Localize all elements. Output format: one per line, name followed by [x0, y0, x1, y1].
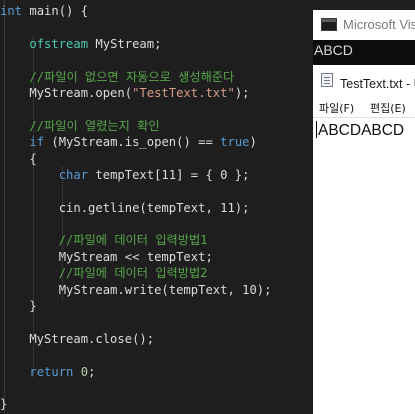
code-line: //파일에 데이터 입력방법2: [0, 265, 272, 281]
code-line: if (MyStream.is_open() == true): [0, 134, 272, 150]
code-token: return: [29, 364, 74, 379]
code-line: //파일이 열렸는지 확인: [0, 118, 272, 134]
notepad-menu-bar: 파일(F) 편집(E): [313, 96, 415, 116]
console-app-icon: [321, 18, 337, 31]
code-line: return 0;: [0, 364, 272, 380]
text-caret: [316, 121, 317, 138]
code-token: MyStream << tempText;: [0, 249, 213, 264]
code-line: cin.getline(tempText, 11);: [0, 200, 272, 216]
code-token: //파일이 열렸는지 확인: [0, 118, 160, 133]
code-line: //파일이 없으면 자동으로 생성해준다: [0, 69, 272, 85]
code-token: true: [220, 135, 250, 150]
code-token: MyStream;: [88, 36, 162, 51]
code-token: //파일에 데이터 입력방법2: [0, 266, 208, 281]
code-token: //파일에 데이터 입력방법1: [0, 233, 208, 248]
code-token: //파일이 없으면 자동으로 생성해준다: [0, 69, 235, 84]
code-line: }: [0, 298, 272, 314]
code-token: ): [249, 135, 257, 150]
code-line: MyStream.write(tempText, 10);: [0, 282, 272, 298]
code-line: int main() {: [0, 3, 272, 19]
code-token: 0: [80, 364, 89, 379]
code-line: MyStream.open("TestText.txt");: [0, 85, 272, 101]
console-output-area[interactable]: ABCD: [313, 40, 415, 60]
code-token: cin.getline(tempText, 11);: [0, 200, 250, 215]
code-line: MyStream << tempText;: [0, 249, 272, 265]
code-token: char: [58, 167, 89, 182]
code-line: {: [0, 151, 272, 167]
code-token: );: [234, 85, 250, 100]
notepad-file-icon: [321, 73, 333, 87]
console-output: ABCD: [314, 42, 353, 58]
console-title: Microsoft Vis: [343, 17, 415, 32]
code-token: tempText[11] = { 0 };: [88, 167, 250, 182]
code-token: MyStream.write(tempText, 10);: [0, 282, 272, 297]
menu-edit[interactable]: 편집(E): [370, 100, 406, 116]
code-token: ofstream: [29, 36, 89, 51]
code-token: (MyStream.is_open() ==: [44, 135, 221, 150]
code-token: }: [0, 397, 8, 412]
code-token: if: [29, 135, 45, 150]
menu-file[interactable]: 파일(F): [319, 100, 354, 116]
code-token: }: [0, 299, 37, 314]
code-token: MyStream.open(: [0, 85, 133, 100]
code-text[interactable]: int main() { ofstream MyStream; //파일이 없으…: [0, 3, 272, 413]
console-title-bar[interactable]: Microsoft Vis: [313, 10, 415, 41]
code-line: //파일에 데이터 입력방법1: [0, 232, 272, 248]
code-line: ofstream MyStream;: [0, 36, 272, 52]
code-line: }: [0, 396, 272, 412]
code-token: MyStream.close();: [0, 331, 155, 346]
code-token: {: [0, 151, 37, 166]
notepad-window[interactable]: TestText.txt - 메 파일(F) 편집(E) ABCDABCD: [313, 65, 415, 414]
code-token: ;: [88, 364, 96, 379]
code-line: char tempText[11] = { 0 };: [0, 167, 272, 183]
code-token: int: [0, 4, 23, 18]
code-line: MyStream.close();: [0, 331, 272, 347]
notepad-content: ABCDABCD: [318, 122, 405, 139]
notepad-title-bar[interactable]: TestText.txt - 메: [313, 65, 415, 93]
code-editor[interactable]: int main() { ofstream MyStream; //파일이 없으…: [0, 0, 313, 413]
notepad-title: TestText.txt - 메: [340, 77, 415, 91]
code-token: "TestText.txt": [132, 85, 235, 100]
code-token: main() {: [22, 4, 89, 18]
notepad-text-area[interactable]: ABCDABCD: [313, 117, 415, 414]
